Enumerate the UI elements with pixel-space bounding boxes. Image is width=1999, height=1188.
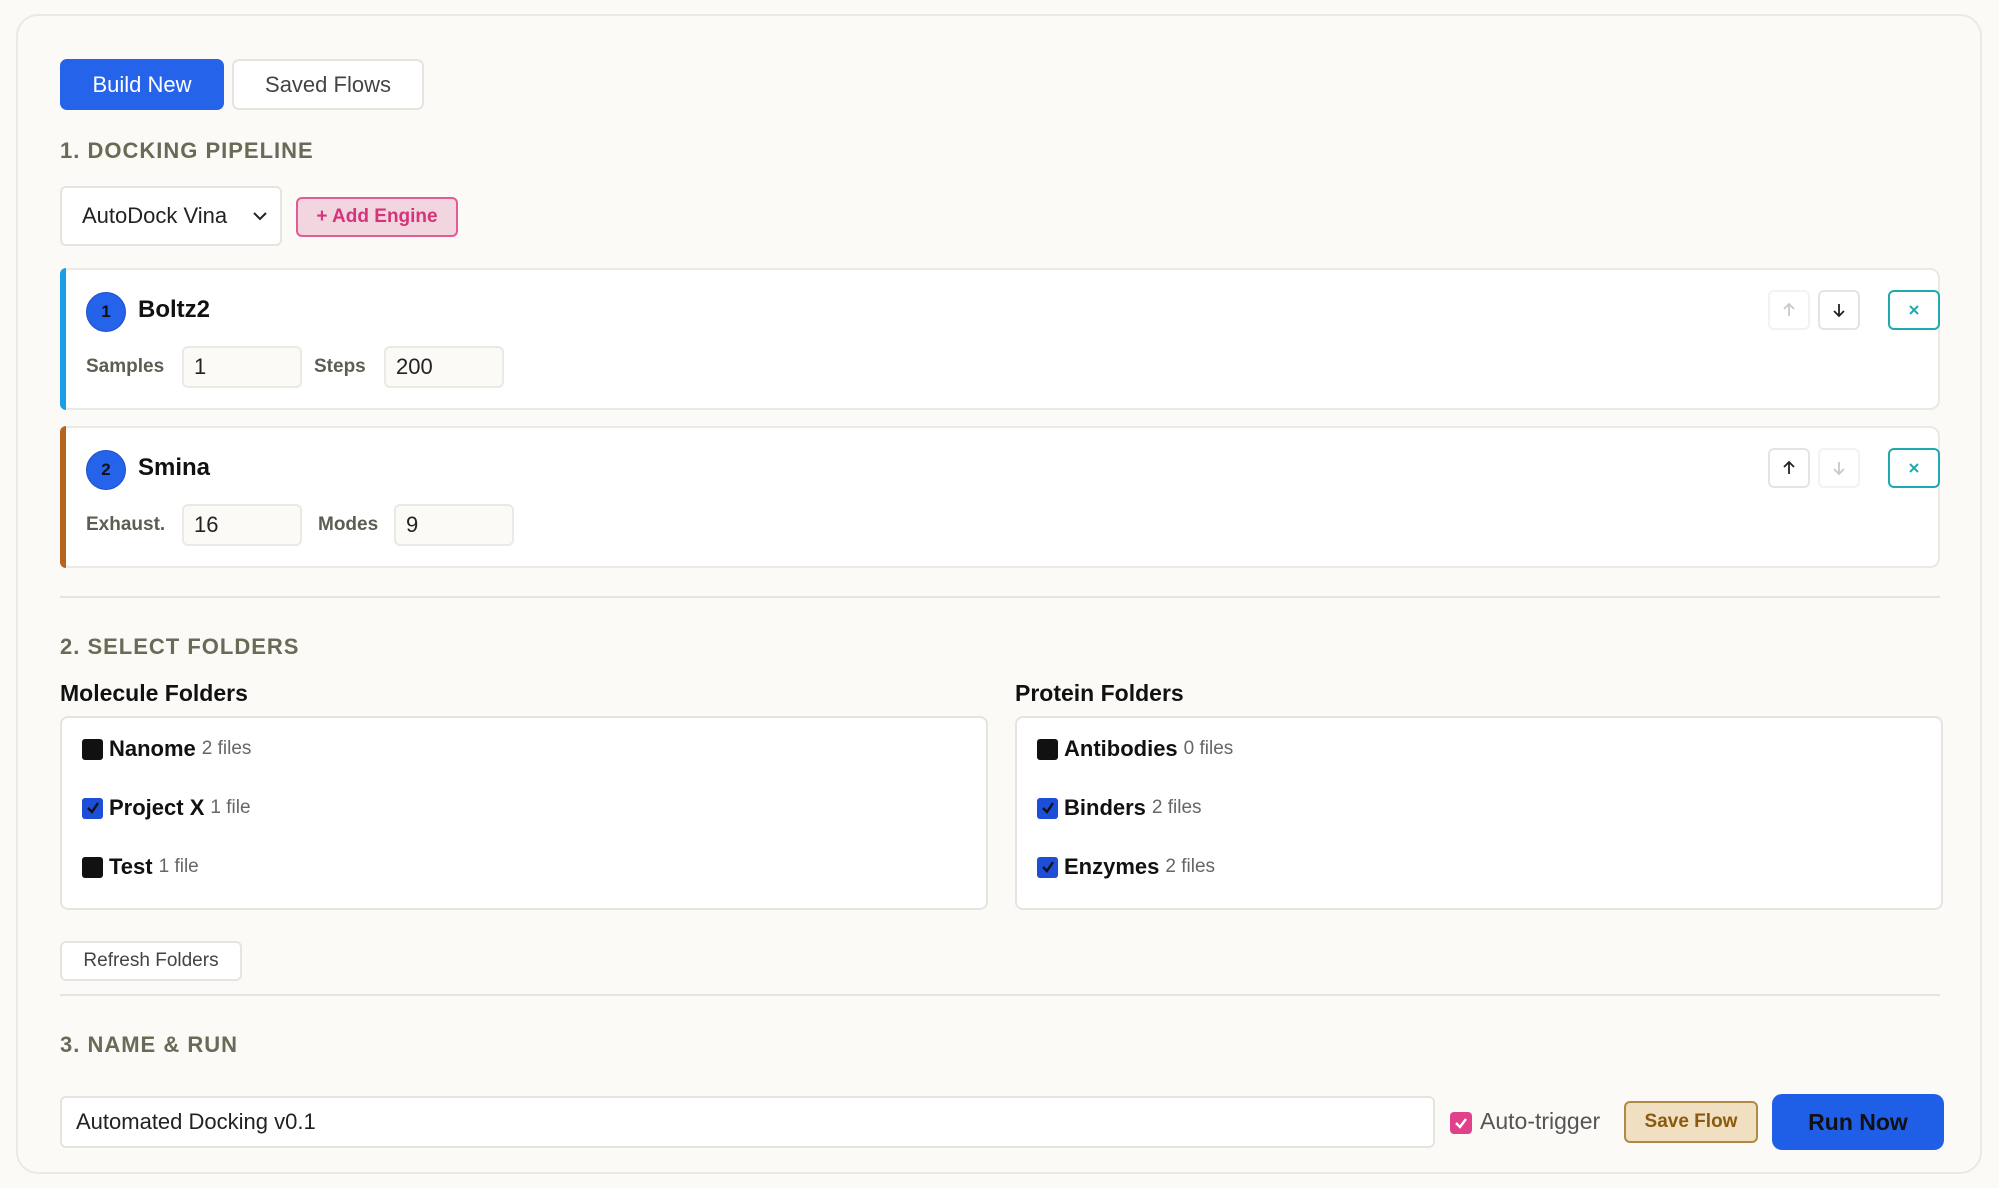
folder-count: 2 files (1151, 797, 1202, 818)
folder-checkbox[interactable] (82, 856, 103, 878)
arrow-down-icon (1833, 462, 1845, 476)
move-up-button[interactable] (1768, 448, 1810, 488)
auto-trigger-label: Auto-trigger (1480, 1108, 1601, 1134)
engine-name: Smina (138, 454, 211, 481)
folder-name: Binders (1064, 795, 1146, 820)
check-icon (1041, 802, 1054, 814)
section-title-pipeline: 1. DOCKING PIPELINE (60, 138, 314, 163)
move-down-button[interactable] (1818, 448, 1860, 488)
check-icon (86, 802, 99, 814)
folder-count: 1 file (210, 797, 251, 818)
chevron-down-icon (250, 206, 270, 232)
folder-name: Enzymes (1064, 854, 1160, 879)
check-icon (1455, 1118, 1467, 1129)
molecule-folder-list: Nanome 2 files Project X 1 file Test 1 f… (60, 716, 988, 910)
exhaust-input[interactable]: 16 (182, 504, 302, 546)
refresh-folders-button[interactable]: Refresh Folders (60, 941, 242, 981)
move-down-button[interactable] (1818, 290, 1860, 330)
close-icon (1909, 305, 1919, 315)
folder-item-project-x[interactable]: Project X 1 file (82, 795, 251, 821)
folder-checkbox[interactable] (1037, 738, 1058, 760)
add-engine-button[interactable]: + Add Engine (296, 197, 458, 237)
engine-index-badge: 2 (86, 450, 126, 490)
folder-item-enzymes[interactable]: Enzymes 2 files (1037, 854, 1215, 880)
section-title-run: 3. NAME & RUN (60, 1032, 239, 1057)
steps-input[interactable]: 200 (384, 346, 504, 388)
save-flow-button[interactable]: Save Flow (1624, 1101, 1758, 1143)
folder-checkbox[interactable] (82, 738, 103, 760)
folder-item-binders[interactable]: Binders 2 files (1037, 795, 1202, 821)
protein-folders-title: Protein Folders (1015, 680, 1184, 706)
param-label-samples: Samples (86, 356, 165, 377)
folder-name: Project X (109, 795, 205, 820)
section-divider (60, 994, 1940, 996)
engine-accent-bar (60, 268, 66, 410)
move-up-button[interactable] (1768, 290, 1810, 330)
modes-input[interactable]: 9 (394, 504, 514, 546)
folder-name: Antibodies (1064, 736, 1178, 761)
param-label-modes: Modes (318, 514, 379, 535)
arrow-up-icon (1783, 302, 1795, 316)
engine-accent-bar (60, 426, 66, 568)
folder-checkbox[interactable] (1037, 856, 1058, 878)
engine-select-value: AutoDock Vina (82, 203, 228, 228)
arrow-down-icon (1833, 304, 1845, 318)
flow-builder-panel: Build New Saved Flows 1. DOCKING PIPELIN… (16, 14, 1982, 1174)
folder-count: 2 files (1165, 856, 1216, 877)
flow-name-input[interactable]: Automated Docking v0.1 (60, 1096, 1435, 1148)
folder-count: 1 file (158, 856, 199, 877)
folder-item-test[interactable]: Test 1 file (82, 854, 199, 880)
folder-name: Test (109, 854, 153, 879)
engine-name: Boltz2 (138, 296, 210, 323)
section-divider (60, 596, 1940, 598)
check-icon (1041, 861, 1054, 873)
engine-index-badge: 1 (86, 292, 126, 332)
param-label-exhaust: Exhaust. (86, 514, 166, 535)
engine-card-boltz2: 1 Boltz2 Samples 1 Steps 200 (60, 268, 1940, 410)
folder-checkbox[interactable] (1037, 797, 1058, 819)
param-label-steps: Steps (314, 356, 366, 377)
arrow-up-icon (1783, 460, 1795, 474)
folder-item-nanome[interactable]: Nanome 2 files (82, 736, 251, 762)
remove-engine-button[interactable] (1888, 448, 1940, 488)
folder-name: Nanome (109, 736, 196, 761)
engine-card-smina: 2 Smina Exhaust. 16 Modes 9 (60, 426, 1940, 568)
folder-item-antibodies[interactable]: Antibodies 0 files (1037, 736, 1233, 762)
section-title-folders: 2. SELECT FOLDERS (60, 634, 300, 659)
folder-count: 0 files (1183, 738, 1234, 759)
protein-folder-list: Antibodies 0 files Binders 2 files Enzym… (1015, 716, 1943, 910)
tab-build-new[interactable]: Build New (60, 59, 224, 110)
run-now-button[interactable]: Run Now (1772, 1094, 1944, 1150)
samples-input[interactable]: 1 (182, 346, 302, 388)
engine-select[interactable]: AutoDock Vina (60, 186, 282, 246)
folder-checkbox[interactable] (82, 797, 103, 819)
remove-engine-button[interactable] (1888, 290, 1940, 330)
molecule-folders-title: Molecule Folders (60, 680, 248, 706)
tab-saved-flows[interactable]: Saved Flows (232, 59, 424, 110)
close-icon (1909, 463, 1919, 473)
folder-count: 2 files (201, 738, 252, 759)
auto-trigger-checkbox[interactable] (1450, 1112, 1472, 1134)
